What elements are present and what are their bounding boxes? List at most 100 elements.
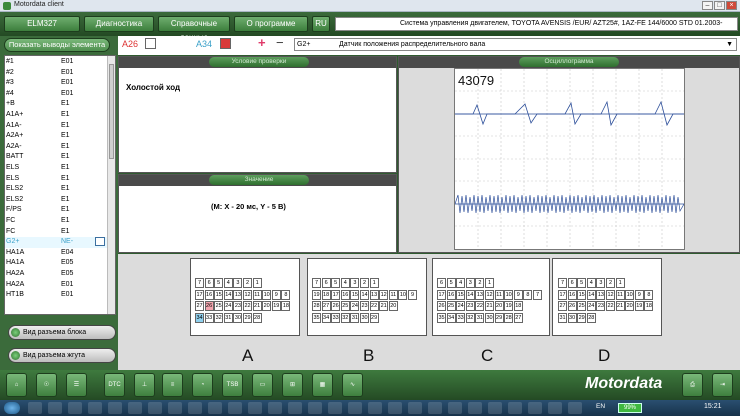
connector-pin[interactable]: 15 <box>456 289 466 300</box>
pin-row[interactable]: G2+ NE- <box>5 237 107 248</box>
taskbar-app-icon[interactable] <box>188 402 202 414</box>
scrollbar-thumb[interactable] <box>109 64 114 159</box>
connector-pin[interactable]: 14 <box>586 289 596 300</box>
language-indicator[interactable]: EN <box>596 403 605 410</box>
maximize-icon[interactable]: □ <box>714 1 725 10</box>
taskbar-app-icon[interactable] <box>268 402 282 414</box>
taskbar-app-icon[interactable] <box>248 402 262 414</box>
reference-data-button[interactable]: Справочные данные <box>158 16 230 42</box>
connector-pin[interactable]: 11 <box>615 289 625 300</box>
pin-row[interactable]: HA1A E05 <box>5 258 107 269</box>
connector-pin[interactable]: 20 <box>262 301 272 311</box>
connector-pin[interactable]: 13 <box>233 289 243 300</box>
connector-pin[interactable]: 7 <box>558 278 567 288</box>
connector-pin[interactable]: 33 <box>204 312 214 323</box>
connector-pin[interactable]: 29 <box>494 312 504 323</box>
taskbar-app-icon[interactable] <box>108 402 122 414</box>
connector-pin[interactable]: 28 <box>312 301 321 311</box>
taskbar-app-icon[interactable] <box>288 402 302 414</box>
zoom-plus-button[interactable]: + <box>258 35 266 50</box>
pin-row[interactable]: F/PS E1 <box>5 205 107 216</box>
connector-pin[interactable]: 8 <box>644 289 654 300</box>
pin-row[interactable]: FC E1 <box>5 227 107 238</box>
connector-pin[interactable]: 16 <box>204 289 214 300</box>
print-icon[interactable]: ⎙ <box>682 373 703 397</box>
data-button[interactable]: ≡ <box>162 373 183 397</box>
chevron-down-icon[interactable]: ▼ <box>726 39 733 50</box>
pin-row[interactable]: HA1A E04 <box>5 248 107 259</box>
taskbar-app-icon[interactable] <box>228 402 242 414</box>
connector-pin[interactable]: 30 <box>567 312 577 323</box>
connector-pin[interactable]: 29 <box>369 312 379 323</box>
tsb-button[interactable]: TSB <box>222 373 243 397</box>
taskbar-app-icon[interactable] <box>388 402 402 414</box>
taskbar-app-icon[interactable] <box>508 402 522 414</box>
pin-row[interactable]: FC E1 <box>5 216 107 227</box>
connector-pin[interactable]: 15 <box>577 289 587 300</box>
connector-pin[interactable]: 6 <box>567 278 577 288</box>
dtc-button[interactable]: DTC <box>104 373 125 397</box>
battery-indicator[interactable]: 99% <box>618 403 642 413</box>
connector-pin[interactable]: 14 <box>360 289 369 300</box>
connector-pin[interactable]: 18 <box>281 301 291 311</box>
connector-pin[interactable]: 4 <box>223 278 233 288</box>
connector-pin[interactable]: 10 <box>504 289 514 300</box>
info-icon[interactable]: ☰ <box>66 373 87 397</box>
connector-pin[interactable]: 34 <box>195 312 204 323</box>
connector-pin[interactable]: 26 <box>331 301 341 311</box>
connector-pin[interactable]: 25 <box>214 301 224 311</box>
view-harness-connector-button[interactable]: Вид разъема жгута <box>8 348 116 363</box>
connector-pin[interactable]: 31 <box>223 312 233 323</box>
connector-pin[interactable]: 20 <box>388 301 398 311</box>
connector-pin[interactable]: 9 <box>271 289 281 300</box>
minimize-icon[interactable]: – <box>702 1 713 10</box>
connector-pin[interactable]: 16 <box>340 289 350 300</box>
view-block-connector-button[interactable]: Вид разъема блока <box>8 325 116 340</box>
taskbar-app-icon[interactable] <box>448 402 462 414</box>
connector-pin[interactable]: 3 <box>465 278 475 288</box>
connector-pin[interactable]: 14 <box>223 289 233 300</box>
taskbar-app-icon[interactable] <box>368 402 382 414</box>
connector-pin[interactable]: 5 <box>331 278 341 288</box>
connector-pin[interactable]: 17 <box>331 289 341 300</box>
connector-pin[interactable]: 9 <box>513 289 523 300</box>
connector-pin[interactable]: 24 <box>586 301 596 311</box>
connector-pin[interactable]: 12 <box>485 289 494 300</box>
start-icon[interactable] <box>4 402 20 414</box>
connector-pin[interactable]: 21 <box>379 301 389 311</box>
connector-pin[interactable]: 22 <box>369 301 379 311</box>
connector-pin[interactable]: 35 <box>312 312 321 323</box>
connector-pin[interactable]: 16 <box>446 289 456 300</box>
connector-pin[interactable]: 13 <box>596 289 606 300</box>
pin-row[interactable]: BATT E1 <box>5 152 107 163</box>
connector-pin[interactable]: 2 <box>360 278 369 288</box>
pin-row[interactable]: A2A+ E1 <box>5 131 107 142</box>
connector-pin[interactable]: 6 <box>437 278 446 288</box>
connector-pin[interactable]: 3 <box>233 278 243 288</box>
pin-row[interactable]: ELS E1 <box>5 174 107 185</box>
connector-pin[interactable]: 1 <box>485 278 494 288</box>
connector-pin[interactable]: 13 <box>369 289 379 300</box>
connector-pin[interactable]: 34 <box>321 312 331 323</box>
connector-pin[interactable]: 32 <box>214 312 224 323</box>
connector-pin[interactable]: 26 <box>437 301 446 311</box>
connector-pin[interactable]: 27 <box>558 301 567 311</box>
connector-pin[interactable]: 6 <box>204 278 214 288</box>
connector-pin[interactable]: 27 <box>513 312 523 323</box>
connector-pin[interactable]: 12 <box>243 289 252 300</box>
pin-row[interactable]: HA2A E05 <box>5 269 107 280</box>
connector-pin[interactable]: 19 <box>312 289 321 300</box>
taskbar-app-icon[interactable] <box>148 402 162 414</box>
diagnostics-button[interactable]: Диагностика <box>84 16 154 32</box>
gauge-icon[interactable]: ◔ <box>192 373 213 397</box>
connector-pin[interactable]: 20 <box>494 301 504 311</box>
language-button[interactable]: RU <box>312 16 330 32</box>
taskbar-app-icon[interactable] <box>68 402 82 414</box>
connector-pin[interactable]: 13 <box>475 289 485 300</box>
connector-pin[interactable]: 5 <box>214 278 224 288</box>
connector-pin[interactable]: 15 <box>214 289 224 300</box>
pin-row[interactable]: A2A- E1 <box>5 142 107 153</box>
taskbar-app-icon[interactable] <box>548 402 562 414</box>
connector-pin[interactable]: 18 <box>644 301 654 311</box>
taskbar-app-icon[interactable] <box>128 402 142 414</box>
